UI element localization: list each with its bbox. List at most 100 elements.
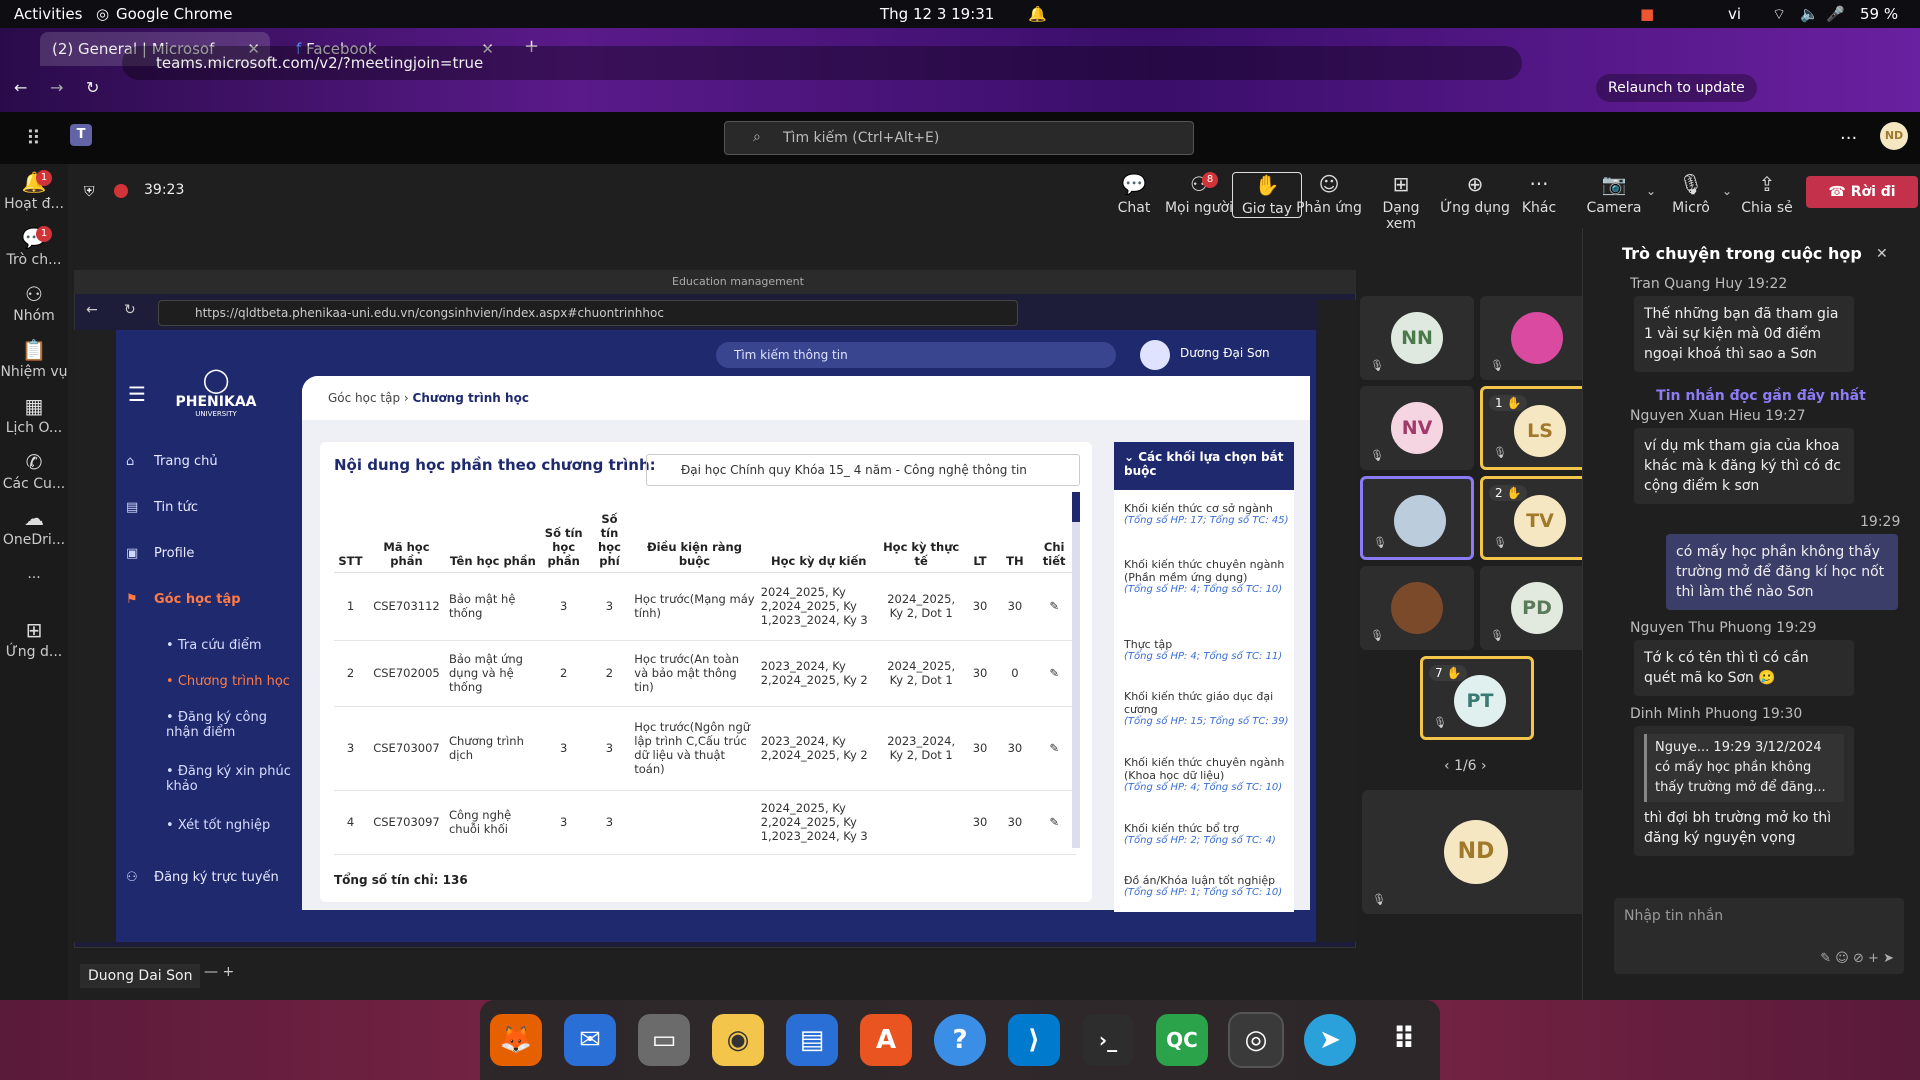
record-icon: ■: [1640, 5, 1655, 23]
format-icon[interactable]: ✎: [1820, 951, 1831, 966]
cell: 2024_2025, Ky 2,2024_2025, Ky 1,2023_202…: [757, 572, 880, 641]
mic-button[interactable]: 🎙 Micrô: [1656, 172, 1726, 216]
active-app-name[interactable]: Google Chrome: [116, 5, 233, 23]
program-table: STT Mã học phần Tên học phần Số tín học …: [334, 492, 1076, 855]
rail-item-apps[interactable]: ⊞ Ứng d...: [0, 618, 68, 660]
activities-button[interactable]: Activities: [14, 5, 82, 23]
telegram-icon[interactable]: ➤: [1304, 1014, 1356, 1066]
app-center-icon[interactable]: A: [860, 1014, 912, 1066]
bell-icon: 🔔: [1028, 5, 1047, 23]
cell: 30: [962, 640, 998, 707]
participant-tile[interactable]: LS 1 ✋ 🎙: [1480, 386, 1594, 470]
chrome-icon[interactable]: ◎: [1228, 1012, 1284, 1068]
rail-item-activity[interactable]: 🔔 Hoạt đ... 1: [0, 170, 68, 212]
app-grid-icon[interactable]: ⠿: [1378, 1014, 1430, 1066]
avatar: PT: [1454, 675, 1506, 727]
app-launcher-icon[interactable]: ⠿: [26, 126, 41, 150]
rail-item-calls[interactable]: ✆ Các Cu...: [0, 450, 68, 492]
mic-off-icon: 🎙: [1493, 446, 1507, 459]
relaunch-button[interactable]: Relaunch to update: [1596, 74, 1757, 102]
participant-tile[interactable]: PD 🎙: [1480, 566, 1594, 650]
participant-tile[interactable]: TV 2 ✋ 🎙: [1480, 476, 1594, 560]
chat-button[interactable]: 💬 Chat: [1099, 172, 1169, 216]
help-icon[interactable]: ?: [934, 1014, 986, 1066]
card-title: Nội dung học phần theo chương trình:: [334, 456, 656, 474]
scroll-thumb: [1072, 492, 1080, 522]
close-icon[interactable]: ✕: [1876, 246, 1888, 262]
leave-button[interactable]: ☎ Rời đi: [1806, 176, 1918, 208]
address-bar[interactable]: teams.microsoft.com/v2/?meetingjoin=true: [122, 46, 1522, 80]
reload-icon[interactable]: ↻: [86, 78, 99, 97]
react-button[interactable]: ☺ Phản ứng: [1294, 172, 1364, 216]
button-label: Chat: [1117, 200, 1151, 216]
breadcrumb-item: Góc học tập: [328, 391, 401, 405]
column-header: TH: [997, 492, 1033, 573]
search-input[interactable]: ⌕ Tìm kiếm (Ctrl+Alt+E): [724, 121, 1194, 155]
firefox-icon[interactable]: 🦊: [490, 1014, 542, 1066]
plus-square-icon: ⊕: [1466, 172, 1484, 196]
table-scrollbar: [1072, 492, 1080, 848]
forward-icon[interactable]: →: [50, 78, 63, 97]
writer-icon[interactable]: ▤: [786, 1014, 838, 1066]
battery-level[interactable]: 59 %: [1860, 5, 1898, 23]
qc-icon[interactable]: QC: [1156, 1014, 1208, 1066]
view-button[interactable]: ⊞ Dạng xem: [1366, 172, 1436, 232]
camera-button[interactable]: 📷 Camera: [1579, 172, 1649, 216]
mic-icon: 🎤: [1826, 5, 1845, 23]
avatar[interactable]: ND: [1880, 122, 1908, 150]
message-sender: Dinh Minh Phuong 19:30: [1630, 706, 1803, 722]
rail-label: Lịch O...: [5, 420, 63, 436]
rail-item-calendar[interactable]: ▦ Lịch O...: [0, 394, 68, 436]
apps-button[interactable]: ⊕ Ứng dụng: [1440, 172, 1510, 216]
people-button[interactable]: ⚇ Mọi người 8: [1164, 172, 1234, 216]
rail-item-more[interactable]: ...: [0, 566, 68, 582]
vscode-icon[interactable]: ⟩: [1008, 1014, 1060, 1066]
system-top-bar: Activities ◎ Google Chrome Thg 12 3 19:3…: [0, 0, 1920, 28]
plus-icon[interactable]: +: [1868, 951, 1879, 966]
chat-icon: 💬: [1121, 172, 1147, 196]
thunderbird-icon[interactable]: ✉: [564, 1014, 616, 1066]
pager: ‹ 1/6 ›: [1444, 758, 1487, 774]
clock[interactable]: Thg 12 3 19:31: [880, 5, 994, 23]
chevron-right-icon[interactable]: ›: [1477, 758, 1487, 774]
chat-input[interactable]: Nhập tin nhắn ✎ ☺ ⊘ + ➤: [1614, 898, 1904, 974]
rail-item-tasks[interactable]: 📋 Nhiệm vụ: [0, 338, 68, 380]
participant-tile[interactable]: 🎙: [1360, 476, 1474, 560]
block-item: Khối kiến thức giáo dục đại cương (Tổng s…: [1124, 690, 1290, 727]
subnav-label: Đăng ký xin phúc khảo: [166, 764, 291, 794]
block-name: Khối kiến thức giáo dục đại cương: [1124, 690, 1274, 716]
chevron-down-icon[interactable]: ⌄: [1646, 184, 1656, 198]
rail-item-onedrive[interactable]: ☁ OneDri...: [0, 506, 68, 548]
files-icon[interactable]: ▭: [638, 1014, 690, 1066]
chevron-down-icon[interactable]: ⌄: [1722, 184, 1732, 198]
column-header: Chi tiết: [1032, 492, 1076, 573]
participant-tile[interactable]: 🎙: [1360, 566, 1474, 650]
quoted-message: Nguye... 19:29 3/12/2024 có mấy học phần…: [1644, 734, 1844, 802]
portal-subnav-program: • Chương trình học: [166, 674, 290, 689]
share-button[interactable]: ⇪ Chia sẻ: [1732, 172, 1802, 216]
program-select: Đại học Chính quy Khóa 15_ 4 năm - Công …: [646, 454, 1080, 486]
zoom-in-icon[interactable]: +: [222, 964, 234, 980]
message-sender: Nguyen Xuan Hieu 19:27: [1630, 408, 1806, 424]
more-button[interactable]: ··· Khác: [1504, 172, 1574, 216]
language-indicator[interactable]: vi: [1728, 5, 1741, 23]
zoom-out-icon[interactable]: —: [204, 964, 218, 980]
chevron-left-icon[interactable]: ‹: [1444, 758, 1454, 774]
back-icon[interactable]: ←: [14, 78, 27, 97]
terminal-icon[interactable]: ›_: [1082, 1014, 1134, 1066]
emoji-icon[interactable]: ☺: [1835, 951, 1849, 966]
self-tile[interactable]: ND 🎙: [1362, 790, 1594, 914]
volume-icon: 🔈: [1800, 5, 1819, 23]
rail-item-chat[interactable]: 💬 Trò ch... 1: [0, 226, 68, 268]
send-icon[interactable]: ➤: [1883, 951, 1894, 966]
participant-tile[interactable]: NN 🎙: [1360, 296, 1474, 380]
more-icon[interactable]: ···: [1840, 128, 1857, 149]
rail-item-teams[interactable]: ⚇ Nhóm: [0, 282, 68, 324]
block-stat: (Tổng số HP: 2; Tổng số TC: 4): [1124, 835, 1276, 846]
participant-tile[interactable]: PT 7 ✋ 🎙: [1420, 656, 1534, 740]
raise-hand-button[interactable]: ✋ Giơ tay: [1232, 172, 1302, 218]
participant-tile[interactable]: 🎙: [1480, 296, 1594, 380]
participant-tile[interactable]: NV 🎙: [1360, 386, 1474, 470]
rhythmbox-icon[interactable]: ◉: [712, 1014, 764, 1066]
attach-icon[interactable]: ⊘: [1853, 951, 1864, 966]
